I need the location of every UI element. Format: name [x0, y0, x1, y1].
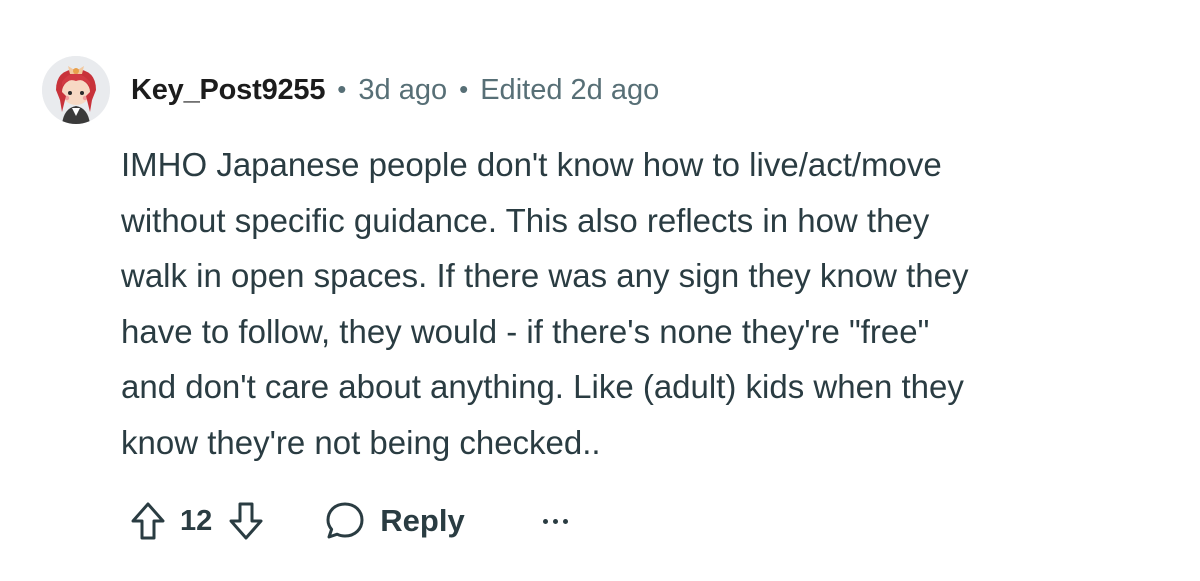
- reply-button[interactable]: Reply: [324, 500, 465, 542]
- comment-age: 3d ago: [358, 73, 448, 106]
- avatar-icon: [42, 56, 110, 124]
- speech-bubble-icon: [326, 502, 364, 539]
- vote-score: 12: [180, 504, 213, 537]
- downvote-button[interactable]: [226, 499, 266, 543]
- username-link[interactable]: Key_Post9255: [131, 74, 325, 107]
- upvote-arrow-icon: [131, 502, 165, 540]
- more-options-button[interactable]: [542, 501, 568, 541]
- ellipsis-icon: [562, 518, 568, 524]
- comment-body-line: walk in open spaces. If there was any si…: [121, 257, 969, 294]
- comment-actions: 12 Reply: [128, 496, 568, 546]
- comment-body-line: IMHO Japanese people don't know how to l…: [121, 146, 942, 183]
- comment-body-line: know they're not being checked..: [121, 423, 601, 461]
- separator-dot: •: [459, 73, 469, 104]
- comment-header: Key_Post9255 • 3d ago • Edited 2d ago: [131, 68, 659, 112]
- reply-label: Reply: [380, 503, 465, 538]
- upvote-button[interactable]: [128, 499, 168, 543]
- comment-body-line: without specific guidance. This also ref…: [121, 201, 930, 239]
- ellipsis-icon: [552, 518, 558, 524]
- separator-dot: •: [337, 73, 347, 104]
- comment-body: IMHO Japanese people don't know how to l…: [121, 137, 1181, 470]
- comment-body-line: have to follow, they would - if there's …: [121, 312, 930, 350]
- comment: Key_Post9255 • 3d ago • Edited 2d ago IM…: [0, 0, 1200, 581]
- ellipsis-icon: [542, 518, 548, 524]
- avatar[interactable]: [42, 56, 110, 124]
- comment-body-line: and don't care about anything. Like (adu…: [121, 368, 964, 405]
- edited-label: Edited 2d ago: [480, 73, 660, 106]
- downvote-arrow-icon: [229, 502, 263, 540]
